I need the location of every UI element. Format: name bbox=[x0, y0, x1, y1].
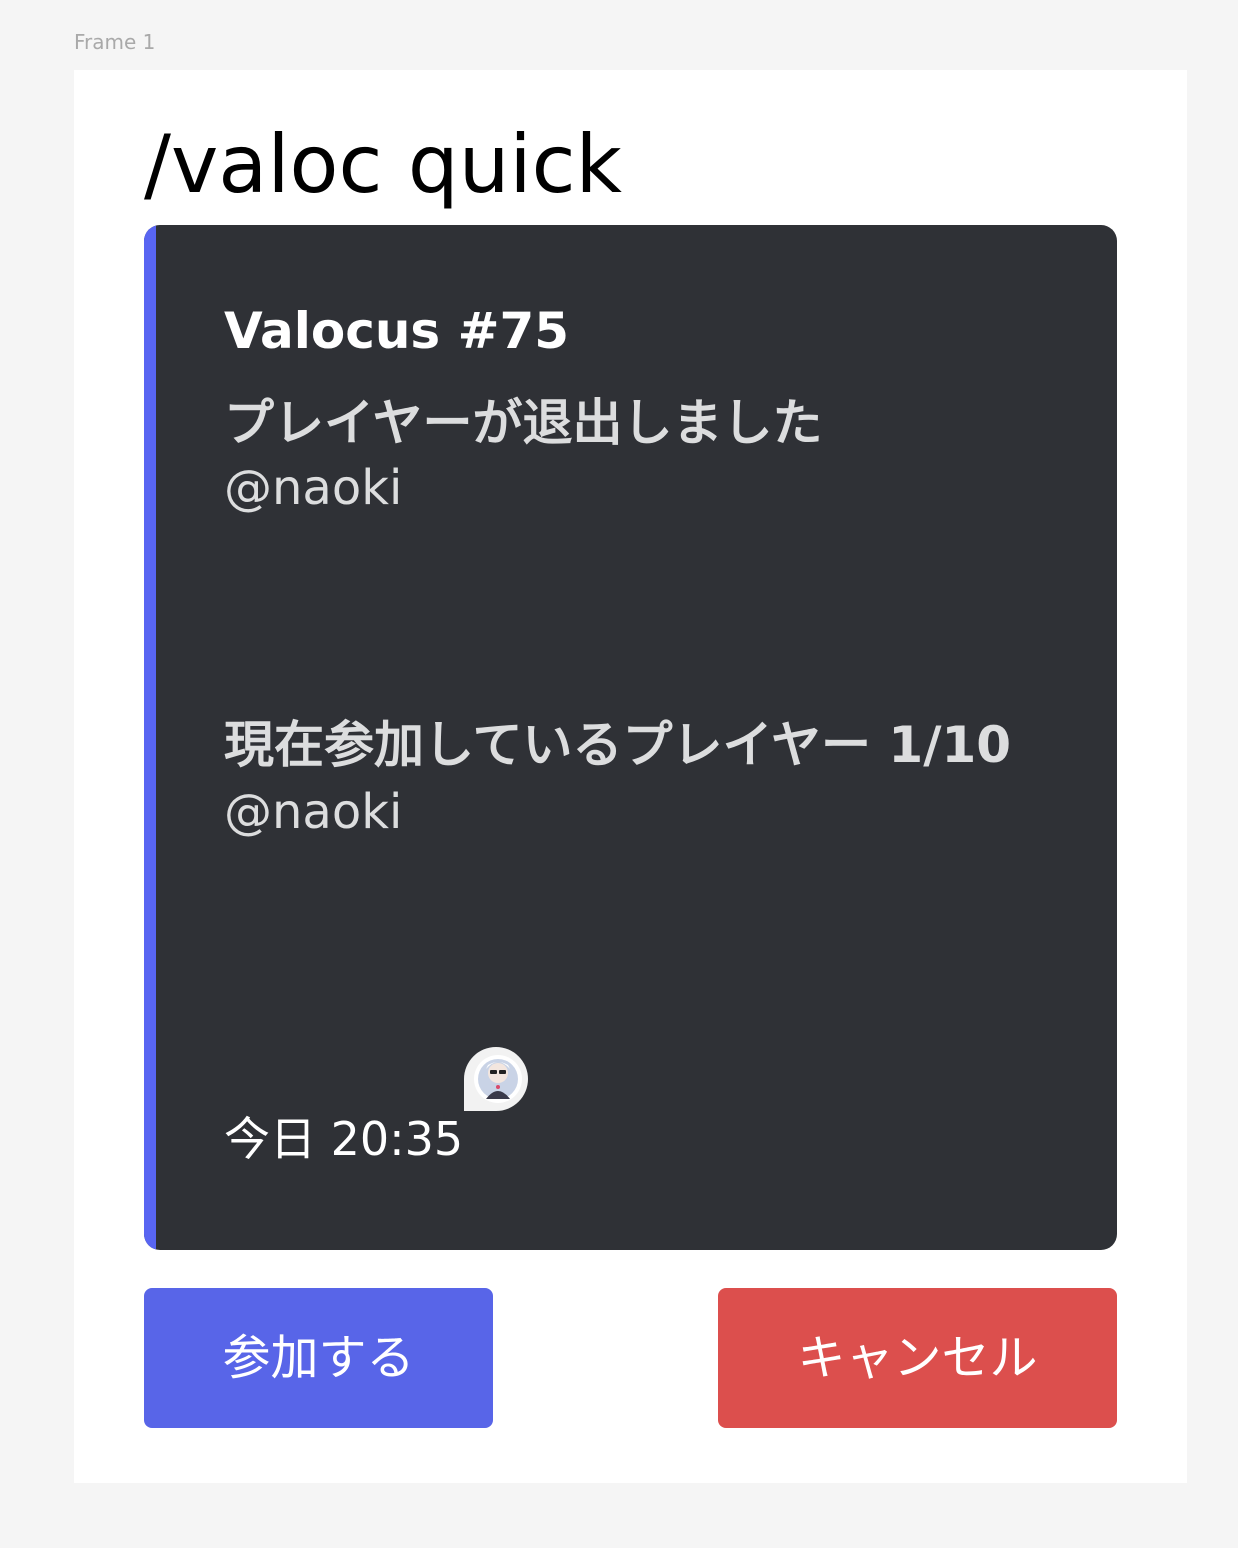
field-value-player-left: @naoki bbox=[224, 460, 403, 516]
footer-timestamp: 今日 20:35 bbox=[224, 1112, 464, 1166]
embed-accent-bar bbox=[144, 225, 156, 1250]
user-avatar-icon bbox=[464, 1047, 528, 1111]
embed-card: Valocus #75 プレイヤーが退出しました @naoki 現在参加している… bbox=[144, 225, 1117, 1250]
field-value-current-players: @naoki bbox=[224, 784, 403, 840]
frame: /valoc quick Valocus #75 プレイヤーが退出しました @n… bbox=[74, 70, 1187, 1483]
command-title: /valoc quick bbox=[144, 118, 622, 211]
field-name-current-players: 現在参加しているプレイヤー 1/10 bbox=[224, 716, 1012, 774]
join-button[interactable]: 参加する bbox=[144, 1288, 493, 1428]
field-name-player-left: プレイヤーが退出しました bbox=[224, 394, 823, 452]
frame-label: Frame 1 bbox=[74, 30, 156, 54]
embed-title: Valocus #75 bbox=[224, 302, 570, 360]
cancel-button[interactable]: キャンセル bbox=[718, 1288, 1117, 1428]
